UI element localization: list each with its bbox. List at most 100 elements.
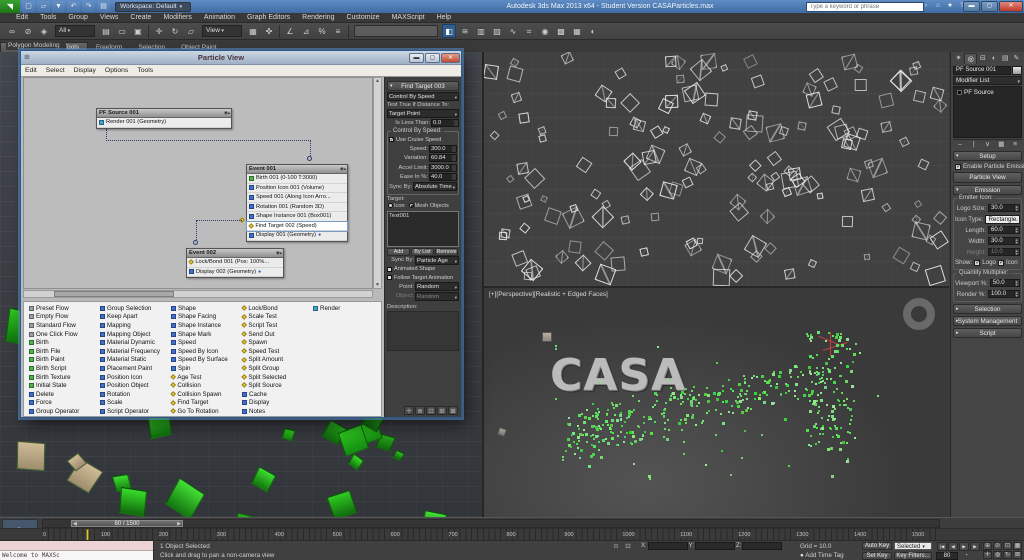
target-list-item[interactable]: Text001 (389, 213, 457, 219)
create-tab[interactable]: ✶ (953, 53, 964, 64)
depot-group-operator[interactable]: Group Operator (28, 407, 98, 416)
particle-view-button[interactable]: Particle View (953, 172, 1022, 183)
key-filters-button[interactable]: Key Filters... (894, 552, 932, 560)
macro-recorder-pane[interactable] (0, 541, 153, 551)
depot-display[interactable]: Display (241, 399, 311, 408)
point-dropdown[interactable]: Random (415, 282, 459, 291)
infocenter-search[interactable] (806, 2, 924, 12)
pv-zoom-extents-icon[interactable]: ⊞ (437, 406, 447, 415)
modifier-list-dropdown[interactable]: Modifier List (953, 76, 1022, 85)
modify-tab[interactable]: ◎ (964, 53, 977, 64)
event-input-connector[interactable] (193, 240, 198, 245)
unlink-icon[interactable]: ⊘ (21, 24, 35, 38)
depot-shape-mark[interactable]: Shape Mark (170, 330, 240, 339)
is-less-field[interactable]: 0.0 (431, 119, 459, 127)
pv-menu-select[interactable]: Select (46, 67, 65, 74)
menu-group[interactable]: Group (62, 13, 93, 23)
favorites-icon[interactable]: ★ (944, 1, 956, 11)
depot-scale[interactable]: Scale (99, 399, 169, 408)
percent-snap-icon[interactable]: % (315, 24, 329, 38)
canvas-vertical-scrollbar[interactable] (373, 77, 382, 289)
time-slider-handle[interactable]: ◀ 80 / 1500 ▶ (71, 520, 183, 527)
length-field[interactable]: 60.0 (988, 226, 1020, 234)
depot-mapping-object[interactable]: Mapping Object (99, 330, 169, 339)
depot-material-frequency[interactable]: Material Frequency (99, 347, 169, 356)
canvas-horizontal-scrollbar[interactable] (23, 290, 373, 298)
add-button[interactable]: Add (387, 248, 410, 256)
control-by-dropdown[interactable]: Control By Speed (387, 92, 459, 101)
depot-one-click-flow[interactable]: One Click Flow (28, 330, 98, 339)
viewport-top-wireframe[interactable] (484, 52, 949, 286)
minimize-button[interactable]: ▬ (963, 1, 980, 12)
depot-rotation[interactable]: Rotation (99, 390, 169, 399)
target-mesh-radio[interactable] (409, 203, 414, 208)
node-action-shape[interactable]: Shape Instance 001 (Box001) (247, 212, 347, 222)
depot-empty-flow[interactable]: Empty Flow (28, 313, 98, 322)
pv-zoom-region-icon[interactable]: ⊡ (426, 406, 436, 415)
scrollbar-thumb[interactable] (54, 291, 174, 297)
depot-shape[interactable]: Shape (170, 304, 240, 313)
depot-split-amount[interactable]: Split Amount (241, 356, 311, 365)
depot-placement-paint[interactable]: Placement Paint (99, 364, 169, 373)
next-frame-arrow[interactable]: ▶ (177, 521, 181, 527)
depot-go-to-rotation[interactable]: Go To Rotation (170, 407, 240, 416)
pv-menu-options[interactable]: Options (105, 67, 128, 74)
zoom-region-icon[interactable]: ▦ (1013, 542, 1022, 550)
node-event-001[interactable]: Event 001◉▴Birth 001 (0-100 T:3000)Posit… (246, 164, 348, 242)
stack-item-pf-source[interactable]: PF Source (955, 88, 1020, 97)
sync-by2-dropdown[interactable]: Particle Age (415, 256, 459, 265)
depot-position-icon[interactable]: Position Icon (99, 373, 169, 382)
depot-script-operator[interactable]: Script Operator (99, 407, 169, 416)
viewport-pct-field[interactable]: 50.0 (990, 279, 1020, 287)
configure-icon[interactable]: ≡ (1008, 140, 1022, 149)
show-logo-checkbox[interactable]: ✓ (974, 260, 980, 266)
depot-speed-by-icon[interactable]: Speed By Icon (170, 347, 240, 356)
maximize-button[interactable]: ◻ (981, 1, 998, 12)
coord-field[interactable] (742, 542, 782, 550)
viewport-perspective[interactable]: [+][Perspective][Realistic + Edged Faces… (484, 288, 949, 517)
depot-collision[interactable]: Collision (170, 381, 240, 390)
enable-emission-checkbox[interactable]: ✓ Enable Particle Emission (953, 162, 1022, 171)
depot-lock-bond[interactable]: Lock/Bond (241, 304, 311, 313)
pv-close-button[interactable]: ✕ (441, 53, 460, 63)
snap-toggle-icon[interactable]: ∠ (283, 24, 297, 38)
align-icon[interactable]: ≋ (458, 24, 472, 38)
redo-icon[interactable]: ↷ (82, 1, 95, 12)
select-manipulate-icon[interactable]: ✜ (262, 24, 276, 38)
setup-rollout-header[interactable]: ▾Setup (953, 151, 1022, 161)
pv-pan-icon[interactable]: ✛ (404, 406, 414, 415)
zoom-all-icon[interactable]: ⊘ (993, 542, 1002, 550)
undo-icon[interactable]: ↶ (67, 1, 80, 12)
menu-graph-editors[interactable]: Graph Editors (241, 13, 296, 23)
search-input[interactable] (807, 4, 923, 10)
communication-center-icon[interactable]: ⌂ (932, 1, 944, 11)
select-scale-icon[interactable]: ▱ (184, 24, 198, 38)
project-folder-icon[interactable]: ▤ (97, 1, 110, 12)
depot-speed-by-surface[interactable]: Speed By Surface (170, 356, 240, 365)
render-pct-field[interactable]: 100.0 (988, 290, 1020, 298)
select-link-icon[interactable]: ∞ (5, 24, 19, 38)
save-file-icon[interactable]: ▼ (52, 1, 65, 12)
show-end-result-icon[interactable]: ∣ (967, 140, 981, 149)
zoom-icon[interactable]: ⊕ (983, 542, 992, 550)
depot-send-out[interactable]: Send Out (241, 330, 311, 339)
menu-rendering[interactable]: Rendering (296, 13, 340, 23)
remove-modifier-icon[interactable]: ▦ (994, 140, 1008, 149)
node-action-lockbond[interactable]: Lock/Bond 001 (Pos: 100%... (187, 258, 283, 268)
icon-type-dropdown[interactable]: Rectangle (985, 215, 1020, 224)
display-tab[interactable]: ▤ (1000, 53, 1011, 64)
ribbon-toggle-icon[interactable]: ▨ (490, 24, 504, 38)
hierarchy-tab[interactable]: ⊟ (977, 53, 988, 64)
depot-preset-flow[interactable]: Preset Flow (28, 304, 98, 313)
go-start-icon[interactable]: |◀ (937, 542, 947, 551)
new-scene-icon[interactable]: ▢ (22, 1, 35, 12)
menu-customize[interactable]: Customize (340, 13, 385, 23)
depot-position-object[interactable]: Position Object (99, 381, 169, 390)
pv-minimize-button[interactable]: ▬ (409, 53, 424, 63)
logo-size-field[interactable]: 30.0 (988, 204, 1020, 212)
show-icon-checkbox[interactable]: ✓ (998, 260, 1004, 266)
remove-button[interactable]: Remove (435, 248, 458, 256)
node-action-speed[interactable]: Speed 001 (Along Icon Arro... (247, 193, 347, 203)
select-move-icon[interactable]: ✛ (152, 24, 166, 38)
rollout-script[interactable]: ▸Script (953, 328, 1022, 338)
